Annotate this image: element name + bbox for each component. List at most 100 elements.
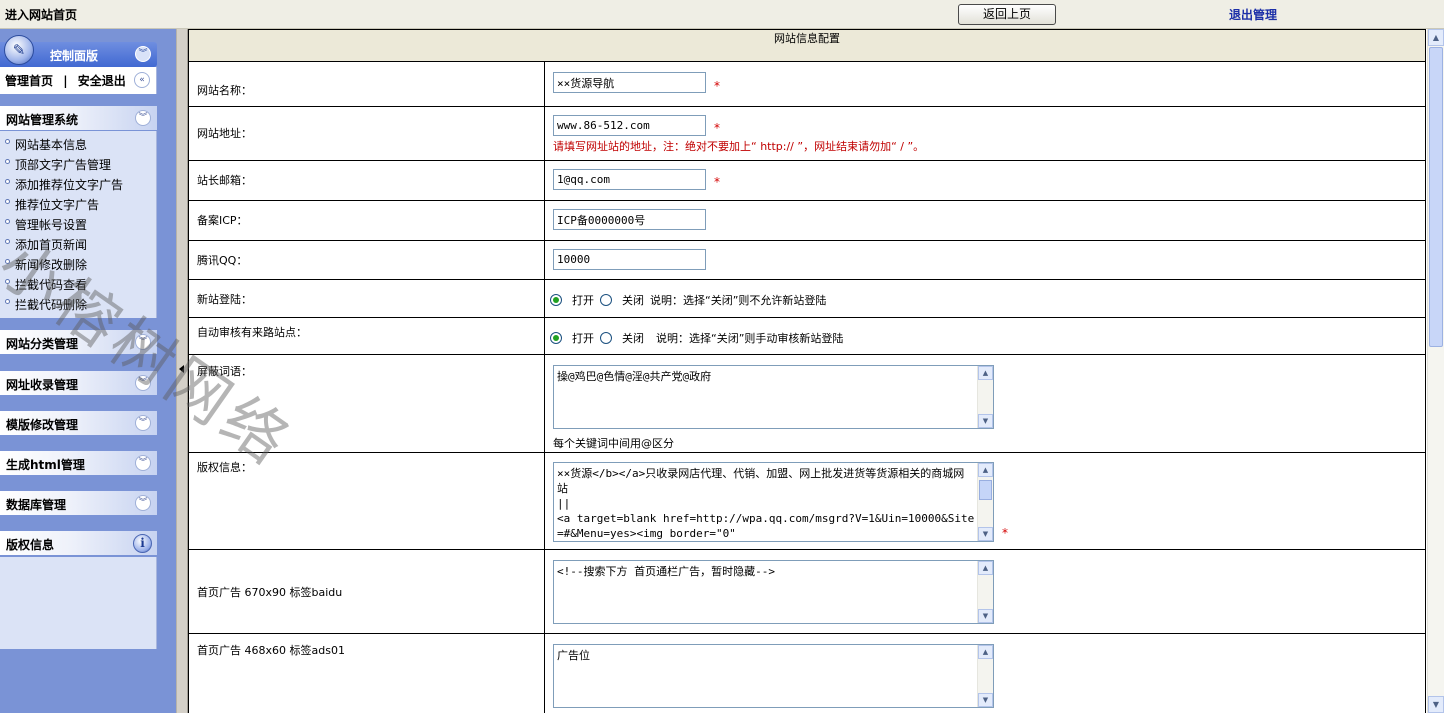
- site-name-input[interactable]: [553, 72, 706, 93]
- sidebar-splitter[interactable]: [176, 29, 188, 713]
- auto-review-close-radio[interactable]: [600, 332, 612, 344]
- section-database-header[interactable]: 数据库管理 ︾: [0, 491, 157, 515]
- blocked-words-textarea[interactable]: 操@鸡巴@色情@淫@共产党@政府 ▲ ▼: [553, 365, 994, 429]
- info-icon: i: [133, 534, 152, 553]
- new-login-label: 新站登陆：: [188, 279, 545, 318]
- site-url-hint: 请填写网址站的地址，注：绝对不要加上“ http:// ”，网址结束请勿加“ /…: [553, 140, 925, 153]
- required-star: *: [1002, 526, 1008, 540]
- qq-input[interactable]: [553, 249, 706, 270]
- scroll-thumb[interactable]: [979, 480, 992, 500]
- scroll-up-icon[interactable]: ▲: [978, 366, 993, 380]
- textarea-scrollbar[interactable]: ▲ ▼: [977, 645, 993, 707]
- section-template-header[interactable]: 模版修改管理 ︾: [0, 411, 157, 435]
- scroll-up-icon[interactable]: ▲: [1428, 29, 1444, 46]
- site-system-title: 网站管理系统: [6, 113, 79, 127]
- separator: |: [63, 74, 68, 88]
- scroll-down-icon[interactable]: ▼: [1428, 696, 1444, 713]
- chevron-down-icon[interactable]: ︾: [135, 375, 151, 391]
- admin-home-link[interactable]: 管理首页: [5, 74, 53, 88]
- scroll-up-icon[interactable]: ▲: [978, 561, 993, 575]
- chevron-down-icon[interactable]: ︾: [135, 495, 151, 511]
- textarea-scrollbar[interactable]: ▲ ▼: [977, 463, 993, 541]
- textarea-scrollbar[interactable]: ▲ ▼: [977, 366, 993, 428]
- section-html-header[interactable]: 生成html管理 ︾: [0, 451, 157, 475]
- section-url-header[interactable]: 网址收录管理 ︾: [0, 371, 157, 395]
- blocked-words-hint: 每个关键词中间用@区分: [553, 437, 674, 450]
- menu-item-add-recommend-ads[interactable]: 添加推荐位文字广告: [0, 173, 156, 193]
- required-star: *: [714, 78, 720, 93]
- chevron-down-icon[interactable]: ︾: [135, 110, 151, 126]
- bullet-icon: [5, 159, 10, 164]
- copyright-label: 版权信息：: [188, 452, 545, 550]
- config-table: 网站信息配置 网站名称： * 网站地址： * 请填写网址站的地址，注：绝对不要加…: [188, 29, 1426, 713]
- control-panel-body: 管理首页 | 安全退出 «: [0, 67, 157, 94]
- menu-item-add-news[interactable]: 添加首页新闻: [0, 233, 156, 253]
- page-scroll-thumb[interactable]: [1429, 47, 1443, 347]
- site-system-header[interactable]: 网站管理系统 ︾: [0, 106, 157, 130]
- collapse-arrow-icon[interactable]: [179, 365, 184, 373]
- menu-item-delete-block-code[interactable]: 拦截代码删除: [0, 293, 156, 313]
- admin-email-label: 站长邮箱：: [188, 160, 545, 201]
- sidebar: 控制面版 ︾ ✎ 管理首页 | 安全退出 « 网站管理系统 ︾ 网站基本信息 顶…: [0, 29, 176, 713]
- required-star: *: [714, 121, 720, 135]
- bullet-icon: [5, 239, 10, 244]
- icp-input[interactable]: [553, 209, 706, 230]
- enter-site-home-link[interactable]: 进入网站首页: [5, 6, 77, 23]
- top-bar: 进入网站首页 返回上页 退出管理: [0, 0, 1444, 29]
- ad-ads01-label: 首页广告 468x60 标签ads01: [188, 633, 545, 713]
- chevron-left-icon[interactable]: «: [134, 72, 150, 88]
- copyright-header[interactable]: 版权信息 i: [0, 531, 157, 555]
- bullet-icon: [5, 299, 10, 304]
- chevron-down-icon[interactable]: ︾: [135, 46, 151, 62]
- textarea-scrollbar[interactable]: ▲ ▼: [977, 561, 993, 623]
- menu-item-site-basic-info[interactable]: 网站基本信息: [0, 133, 156, 153]
- page-scrollbar[interactable]: ▲ ▼: [1427, 29, 1444, 713]
- logout-link[interactable]: 退出管理: [1229, 6, 1277, 23]
- menu-item-account-settings[interactable]: 管理帐号设置: [0, 213, 156, 233]
- safe-exit-link[interactable]: 安全退出: [78, 74, 126, 88]
- chevron-down-icon[interactable]: ︾: [135, 334, 151, 350]
- bullet-icon: [5, 219, 10, 224]
- ad-ads01-textarea[interactable]: 广告位 ▲ ▼: [553, 644, 994, 708]
- site-url-label: 网站地址：: [188, 106, 545, 161]
- menu-item-top-text-ads[interactable]: 顶部文字广告管理: [0, 153, 156, 173]
- config-table-header: 网站信息配置: [188, 29, 1426, 62]
- bullet-icon: [5, 179, 10, 184]
- copyright-textarea[interactable]: ××货源</b></a>只收录网店代理、代销、加盟、网上批发进货等货源相关的商城…: [553, 462, 994, 542]
- scroll-down-icon[interactable]: ▼: [978, 693, 993, 707]
- scroll-down-icon[interactable]: ▼: [978, 609, 993, 623]
- qq-label: 腾讯QQ：: [188, 240, 545, 280]
- menu-item-recommend-ads[interactable]: 推荐位文字广告: [0, 193, 156, 213]
- menu-item-view-block-code[interactable]: 拦截代码查看: [0, 273, 156, 293]
- scroll-up-icon[interactable]: ▲: [978, 463, 993, 477]
- auto-review-open-radio[interactable]: [550, 332, 562, 344]
- back-button[interactable]: 返回上页: [958, 4, 1056, 25]
- icp-label: 备案ICP：: [188, 200, 545, 241]
- bullet-icon: [5, 139, 10, 144]
- scroll-down-icon[interactable]: ▼: [978, 527, 993, 541]
- new-login-close-radio[interactable]: [600, 294, 612, 306]
- site-system-menu: 网站基本信息 顶部文字广告管理 添加推荐位文字广告 推荐位文字广告 管理帐号设置…: [0, 131, 157, 318]
- bullet-icon: [5, 279, 10, 284]
- control-panel-icon: ✎: [4, 35, 34, 65]
- menu-item-edit-news[interactable]: 新闻修改删除: [0, 253, 156, 273]
- ad-banner-label: 首页广告 670x90 标签baidu: [188, 549, 545, 634]
- main-content: 网站信息配置 网站名称： * 网站地址： * 请填写网址站的地址，注：绝对不要加…: [188, 29, 1427, 713]
- section-category-header[interactable]: 网站分类管理 ︾: [0, 330, 157, 354]
- chevron-down-icon[interactable]: ︾: [135, 415, 151, 431]
- admin-email-input[interactable]: [553, 169, 706, 190]
- site-url-input[interactable]: [553, 115, 706, 136]
- scroll-down-icon[interactable]: ▼: [978, 414, 993, 428]
- auto-review-note: 说明：选择“关闭”则手动审核新站登陆: [656, 332, 844, 345]
- control-panel-title: 控制面版: [50, 49, 99, 63]
- scroll-up-icon[interactable]: ▲: [978, 645, 993, 659]
- site-name-label: 网站名称：: [188, 61, 545, 107]
- bullet-icon: [5, 199, 10, 204]
- new-login-open-radio[interactable]: [550, 294, 562, 306]
- bullet-icon: [5, 259, 10, 264]
- auto-review-label: 自动审核有来路站点：: [188, 317, 545, 355]
- required-star: *: [714, 175, 720, 189]
- ad-banner-textarea[interactable]: <!--搜索下方 首页通栏广告，暂时隐藏--> ▲ ▼: [553, 560, 994, 624]
- chevron-down-icon[interactable]: ︾: [135, 455, 151, 471]
- blocked-words-label: 屏蔽词语：: [188, 354, 545, 453]
